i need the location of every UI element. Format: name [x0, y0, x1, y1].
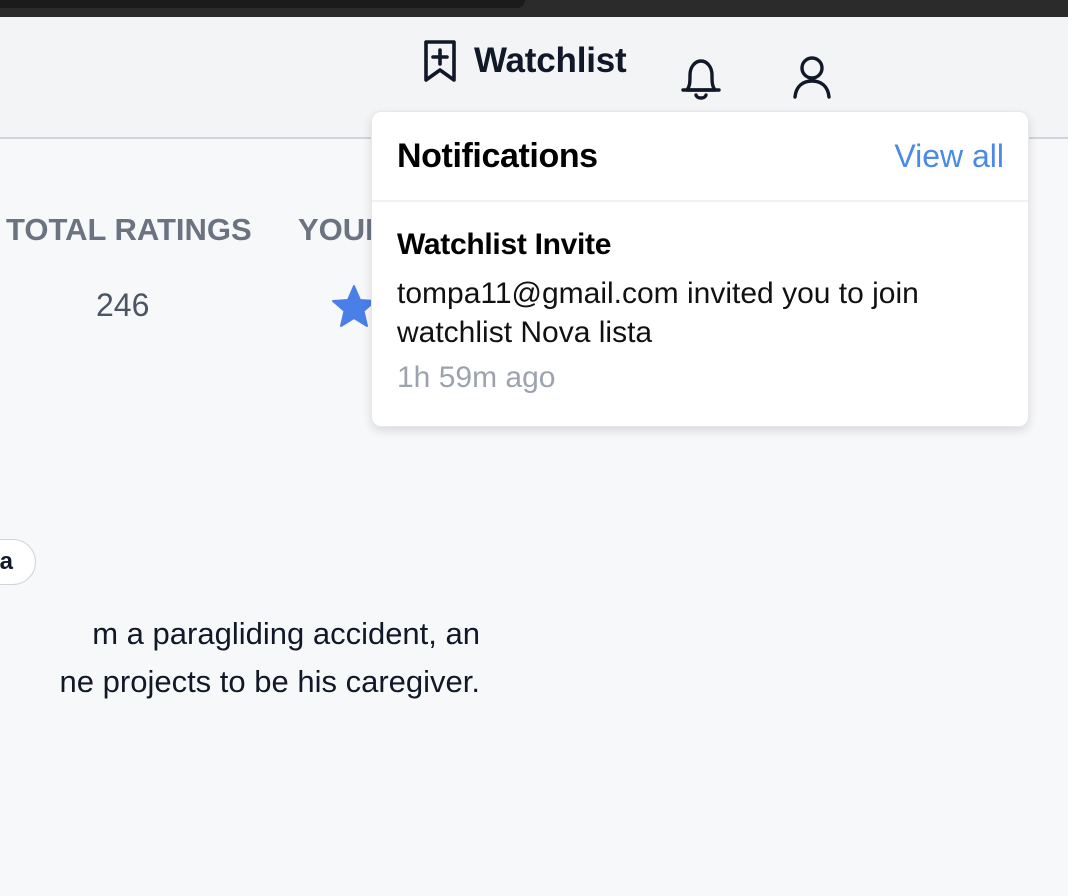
- view-all-link[interactable]: View all: [894, 138, 1004, 175]
- notification-item[interactable]: Watchlist Invite tompa11@gmail.com invit…: [397, 228, 1007, 395]
- notification-time: 1h 59m ago: [397, 361, 556, 394]
- genre-chip-label: a: [0, 548, 13, 575]
- total-ratings-value: 246: [96, 287, 150, 323]
- movie-synopsis: m a paragliding accident, an ne projects…: [59, 616, 480, 699]
- bell-icon[interactable]: [678, 54, 724, 104]
- total-ratings-label: TOTAL RATINGS: [6, 212, 252, 247]
- user-icon[interactable]: [790, 54, 834, 100]
- watchlist-button[interactable]: Watchlist: [420, 38, 627, 84]
- notifications-header: Notifications View all: [372, 112, 1028, 202]
- notifications-title: Notifications: [397, 137, 598, 175]
- bookmark-plus-icon: [424, 40, 456, 82]
- notifications-dropdown: Notifications View all Watchlist Invite …: [371, 111, 1029, 427]
- watchlist-label: Watchlist: [474, 41, 627, 80]
- notification-body: tompa11@gmail.com invited you to join wa…: [397, 277, 919, 349]
- notification-title: Watchlist Invite: [397, 228, 612, 261]
- browser-tab[interactable]: [0, 0, 525, 8]
- browser-chrome: [0, 0, 1068, 17]
- genre-chip[interactable]: a: [0, 539, 36, 585]
